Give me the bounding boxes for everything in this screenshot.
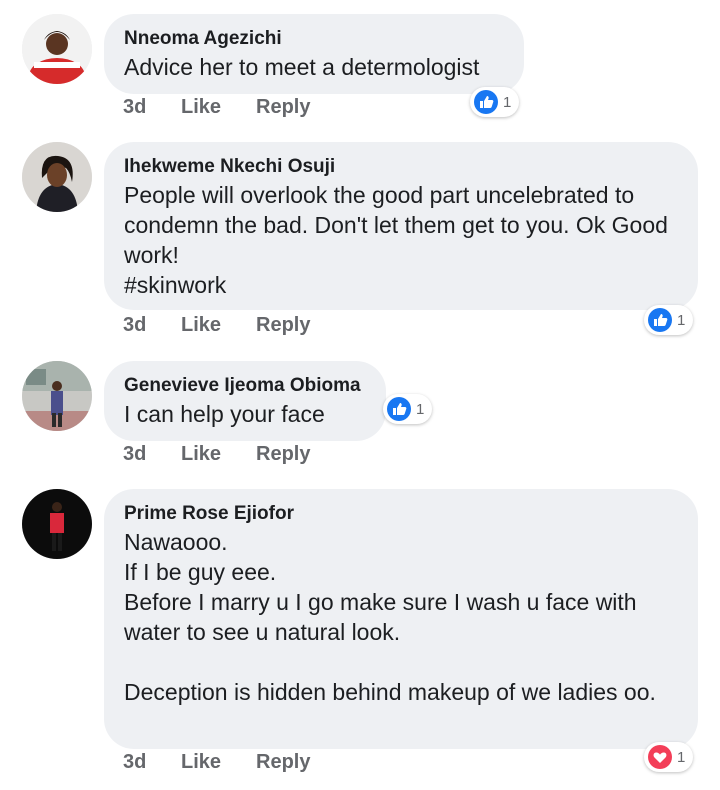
hashtag-link[interactable]: #skinwork	[124, 270, 678, 300]
reaction-badge[interactable]: 1	[644, 305, 694, 335]
comment-text: People will overlook the good part uncel…	[124, 182, 668, 268]
comment-bubble: Genevieve Ijeoma Obioma I can help your …	[104, 361, 386, 441]
comment-author[interactable]: Nneoma Agezichi	[124, 26, 504, 52]
avatar-photo	[22, 142, 92, 212]
reaction-count: 1	[677, 748, 686, 766]
reaction-count: 1	[677, 311, 686, 329]
reaction-count: 1	[503, 93, 512, 111]
comment-actions: 3d Like Reply	[123, 96, 310, 119]
reaction-count: 1	[416, 400, 425, 418]
avatar-photo	[22, 361, 92, 431]
comment-bubble: Prime Rose Ejiofor Nawaooo. If I be guy …	[104, 489, 698, 749]
comment-timestamp[interactable]: 3d	[123, 96, 181, 119]
reply-button[interactable]: Reply	[256, 96, 310, 119]
thumbs-up-icon	[387, 397, 411, 421]
comment-author[interactable]: Ihekweme Nkechi Osuji	[124, 154, 678, 180]
comment-actions: 3d Like Reply	[123, 751, 310, 774]
like-button[interactable]: Like	[181, 96, 256, 119]
reply-button[interactable]: Reply	[256, 314, 310, 337]
comment-bubble: Nneoma Agezichi Advice her to meet a det…	[104, 14, 524, 94]
reaction-badge[interactable]: 1	[470, 87, 520, 117]
comment-bubble: Ihekweme Nkechi Osuji People will overlo…	[104, 142, 698, 310]
reaction-badge[interactable]: 1	[383, 394, 433, 424]
comment-actions: 3d Like Reply	[123, 314, 310, 337]
like-button[interactable]: Like	[181, 314, 256, 337]
heart-icon	[648, 745, 672, 769]
thumbs-up-icon	[474, 90, 498, 114]
avatar[interactable]	[22, 361, 92, 431]
comment-timestamp[interactable]: 3d	[123, 443, 181, 466]
thumbs-up-icon	[648, 308, 672, 332]
like-button[interactable]: Like	[181, 751, 256, 774]
comment-author[interactable]: Prime Rose Ejiofor	[124, 501, 678, 527]
avatar[interactable]	[22, 489, 92, 559]
comment-text: Advice her to meet a determologist	[124, 54, 480, 80]
like-button[interactable]: Like	[181, 443, 256, 466]
avatar-photo	[22, 14, 92, 84]
reaction-badge[interactable]: 1	[644, 742, 694, 772]
comment-timestamp[interactable]: 3d	[123, 751, 181, 774]
reply-button[interactable]: Reply	[256, 751, 310, 774]
comment-author[interactable]: Genevieve Ijeoma Obioma	[124, 373, 366, 399]
comment-actions: 3d Like Reply	[123, 443, 310, 466]
comment-text: Nawaooo. If I be guy eee. Before I marry…	[124, 529, 656, 705]
avatar[interactable]	[22, 142, 92, 212]
comment-timestamp[interactable]: 3d	[123, 314, 181, 337]
avatar[interactable]	[22, 14, 92, 84]
reply-button[interactable]: Reply	[256, 443, 310, 466]
avatar-photo	[22, 489, 92, 559]
comment-text: I can help your face	[124, 401, 325, 427]
